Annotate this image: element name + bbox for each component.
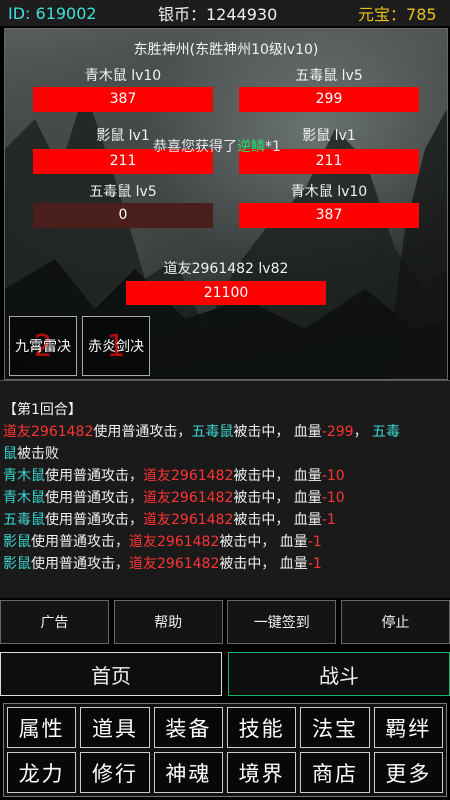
player-id: ID: 619002 <box>8 3 97 23</box>
menu-cultivation-button[interactable]: 修行 <box>80 752 150 793</box>
enemy-hp-bar: 387 <box>33 87 213 112</box>
menu-attributes-button[interactable]: 属性 <box>7 707 77 748</box>
enemy-hp-bar: 299 <box>239 87 419 112</box>
menu-shop-button[interactable]: 商店 <box>300 752 370 793</box>
enemy-unit[interactable]: 五毒鼠 lv5 0 <box>33 181 213 228</box>
loot-suffix: *1 <box>265 139 281 155</box>
log-segment: 被击败 <box>17 446 59 462</box>
menu-skills-button[interactable]: 技能 <box>227 707 297 748</box>
log-segment: 五毒鼠 <box>3 512 45 528</box>
log-segment: 使用普通攻击， <box>45 490 143 506</box>
log-segment: 青木鼠 <box>3 490 45 506</box>
log-segment: 五毒 <box>372 424 401 440</box>
yuanbao-currency: 元宝：785 <box>358 1 437 25</box>
log-segment: -299 <box>321 424 354 440</box>
loot-prefix: 恭喜您获得了 <box>153 139 237 155</box>
log-line: 影鼠使用普通攻击，道友2961482被击中， 血量-1 <box>0 553 450 575</box>
enemy-name: 青木鼠 lv10 <box>290 184 368 200</box>
silver-coins: 银币：1244930 <box>158 5 278 24</box>
log-line: 青木鼠使用普通攻击，道友2961482被击中， 血量-10 <box>0 487 450 509</box>
log-segment: 道友2961482 <box>143 512 234 528</box>
loot-item: 逆鳞 <box>237 139 265 155</box>
log-segment: 青木鼠 <box>3 468 45 484</box>
log-line: 影鼠使用普通攻击，道友2961482被击中， 血量-1 <box>0 531 450 553</box>
enemy-hp-bar: 387 <box>239 203 419 228</box>
enemy-hp-bar: 0 <box>33 203 213 228</box>
enemy-unit[interactable]: 五毒鼠 lv5 299 <box>239 65 419 112</box>
log-segment: 道友2961482 <box>129 534 220 550</box>
menu-divine-soul-button[interactable]: 神魂 <box>153 752 223 793</box>
log-segment: -1 <box>307 534 322 550</box>
log-segment: 被击中， 血量 <box>219 534 308 550</box>
tab-battle[interactable]: 战斗 <box>228 652 450 696</box>
action-button-row: 广告 帮助 一键签到 停止 <box>0 600 450 646</box>
log-segment: 被击中， 血量 <box>233 468 322 484</box>
log-segment: 道友2961482 <box>143 490 234 506</box>
log-segment: 使用普通攻击， <box>93 424 192 440</box>
stop-button[interactable]: 停止 <box>340 600 450 644</box>
menu-treasure-button[interactable]: 法宝 <box>300 707 370 748</box>
enemy-name: 五毒鼠 lv5 <box>295 68 363 84</box>
log-segment: 五毒鼠 <box>191 424 234 440</box>
player-unit: 道友2961482 lv82 21100 <box>126 257 326 305</box>
log-segment: 鼠 <box>3 446 17 462</box>
log-segment: 影鼠 <box>3 534 31 550</box>
log-segment: 使用普通攻击， <box>31 534 129 550</box>
skill-name: 九霄雷决 <box>15 339 71 355</box>
log-segment: 使用普通攻击， <box>45 512 143 528</box>
menu-dragon-power-button[interactable]: 龙力 <box>7 752 77 793</box>
skill-button[interactable]: 1 赤炎剑决 <box>82 316 150 376</box>
one-click-signin-button[interactable]: 一键签到 <box>227 600 337 644</box>
log-segment: -10 <box>321 490 345 506</box>
battle-log[interactable]: 【第1回合】 道友2961482使用普通攻击，五毒鼠被击中， 血量-299， 五… <box>0 380 450 598</box>
menu-items-button[interactable]: 道具 <box>80 707 150 748</box>
yuanbao-value: 785 <box>406 5 437 24</box>
log-segment: 使用普通攻击， <box>31 556 129 572</box>
round-title: 【第1回合】 <box>3 402 82 418</box>
log-segment: -10 <box>321 468 345 484</box>
main-nav: 首页 战斗 <box>0 652 450 698</box>
skill-button[interactable]: 2 九霄雷决 <box>9 316 77 376</box>
enemy-unit[interactable]: 青木鼠 lv10 387 <box>239 181 419 228</box>
log-segment: 道友2961482 <box>143 468 234 484</box>
log-segment: 道友2961482 <box>3 424 94 440</box>
top-status-bar: ID: 619002 银币：1244930 元宝：785 <box>0 0 450 26</box>
log-segment: 影鼠 <box>3 556 31 572</box>
battle-scene: 东胜神州(东胜神州10级lv10) 青木鼠 lv10 387 五毒鼠 lv5 2… <box>4 28 448 380</box>
function-menu-grid: 属性 道具 装备 技能 法宝 羁绊 龙力 修行 神魂 境界 商店 更多 <box>3 703 447 797</box>
log-segment: 被击中， 血量 <box>233 512 322 528</box>
log-segment: -1 <box>307 556 322 572</box>
player-name: 道友2961482 lv82 <box>163 261 289 277</box>
log-segment: 道友2961482 <box>129 556 220 572</box>
skill-name: 赤炎剑决 <box>88 339 144 355</box>
log-line: 道友2961482使用普通攻击，五毒鼠被击中， 血量-299， 五毒 <box>0 421 450 443</box>
help-button[interactable]: 帮助 <box>113 600 223 644</box>
enemy-name: 青木鼠 lv10 <box>84 68 162 84</box>
menu-realm-button[interactable]: 境界 <box>227 752 297 793</box>
tab-home[interactable]: 首页 <box>0 652 222 696</box>
menu-more-button[interactable]: 更多 <box>373 752 443 793</box>
ad-button[interactable]: 广告 <box>0 600 109 644</box>
loot-notification: 恭喜您获得了逆鳞*1 <box>153 136 281 156</box>
log-segment: 使用普通攻击， <box>45 468 143 484</box>
menu-equipment-button[interactable]: 装备 <box>153 707 223 748</box>
enemy-unit[interactable]: 青木鼠 lv10 387 <box>33 65 213 112</box>
log-segment: -1 <box>321 512 336 528</box>
log-line: 五毒鼠使用普通攻击，道友2961482被击中， 血量-1 <box>0 509 450 531</box>
log-line: 青木鼠使用普通攻击，道友2961482被击中， 血量-10 <box>0 465 450 487</box>
log-segment: 被击中， 血量 <box>219 556 308 572</box>
log-segment: ， <box>353 424 373 440</box>
yuanbao-label: 元宝： <box>358 5 407 24</box>
enemy-name: 五毒鼠 lv5 <box>89 184 157 200</box>
player-hp-bar: 21100 <box>126 281 326 305</box>
menu-bonds-button[interactable]: 羁绊 <box>373 707 443 748</box>
log-line: 鼠被击败 <box>0 443 450 465</box>
map-title: 东胜神州(东胜神州10级lv10) <box>133 42 319 58</box>
log-lines: 道友2961482使用普通攻击，五毒鼠被击中， 血量-299， 五毒 鼠被击败 青木… <box>0 421 450 575</box>
log-segment: 被击中， 血量 <box>233 424 322 440</box>
log-segment: 被击中， 血量 <box>233 490 322 506</box>
